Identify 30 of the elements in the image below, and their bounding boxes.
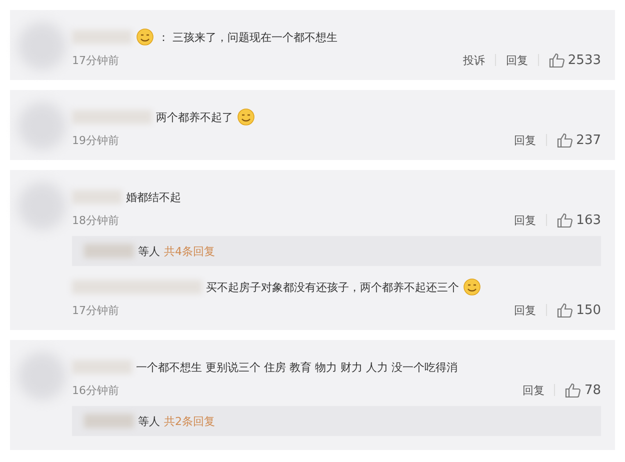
comment-time: 17分钟前 — [72, 52, 119, 68]
action-link[interactable]: 回复 — [514, 132, 536, 148]
like-button[interactable]: 2533 — [548, 52, 601, 68]
reply-names-text: 等人 — [138, 414, 160, 428]
comment-time: 16分钟前 — [72, 382, 119, 398]
like-button[interactable]: 78 — [565, 382, 601, 398]
comment-text: 买不起房子对象都没有还孩子，两个都养不起还三个 — [206, 280, 459, 294]
comment-text: ： 三孩来了，问题现在一个都不想生 — [158, 30, 338, 44]
like-button[interactable]: 237 — [557, 132, 601, 148]
comment-time: 18分钟前 — [72, 212, 119, 228]
action-link[interactable]: 投诉 — [462, 52, 485, 68]
like-button[interactable]: 150 — [557, 302, 601, 318]
thumb-up-icon — [557, 302, 574, 318]
like-button[interactable]: 163 — [557, 212, 601, 228]
action-link[interactable]: 回复 — [522, 382, 544, 398]
action-link[interactable]: 回复 — [506, 52, 528, 68]
thumb-up-icon — [557, 212, 574, 228]
comment-time: 19分钟前 — [72, 132, 119, 148]
comment-text: 两个都养不起了 — [156, 110, 233, 124]
comment-text: 婚都结不起 — [126, 190, 181, 204]
comment-time: 17分钟前 — [72, 302, 119, 318]
thumb-up-icon — [565, 382, 582, 398]
action-link[interactable]: 回复 — [514, 302, 536, 318]
blurred-username — [84, 414, 134, 428]
reply-names-text: 等人 — [138, 244, 160, 258]
comment-text: 一个都不想生 更别说三个 住房 教育 物力 财力 人力 没一个吃得消 — [136, 360, 458, 374]
thumb-up-icon — [548, 52, 565, 68]
action-link[interactable]: 回复 — [514, 212, 536, 228]
thumb-up-icon — [557, 132, 574, 148]
blurred-username — [84, 244, 134, 258]
